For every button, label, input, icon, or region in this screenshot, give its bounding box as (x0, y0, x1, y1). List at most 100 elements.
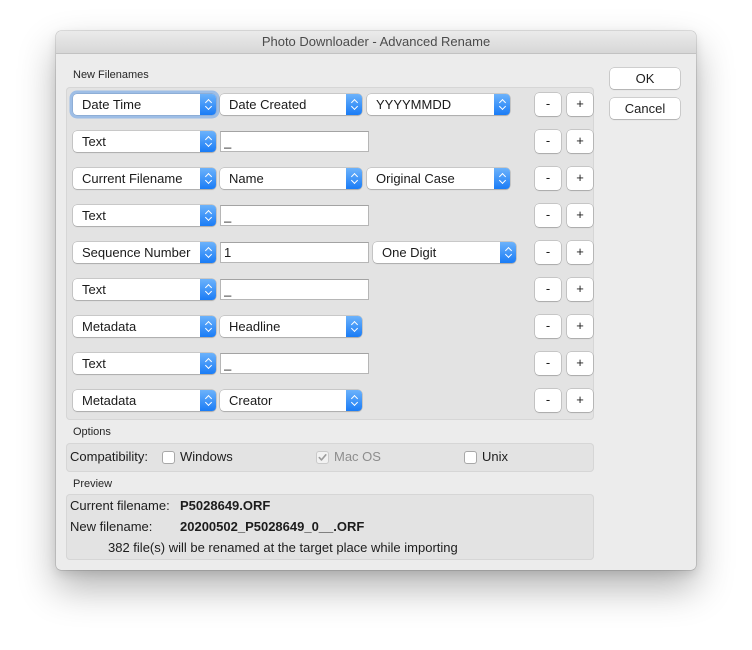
add-row-button[interactable]: + (567, 130, 593, 153)
unix-checkbox[interactable] (464, 451, 477, 464)
filename-row: Metadata Headline - + (66, 315, 594, 338)
sequence-start-field[interactable] (220, 242, 369, 263)
element-type-popup[interactable]: Metadata (73, 390, 216, 411)
element-format-value: Original Case (376, 171, 455, 186)
text-field[interactable] (220, 353, 369, 374)
element-format-popup[interactable]: One Digit (373, 242, 516, 263)
popup-arrows-icon (200, 390, 216, 411)
filename-elements-group: Date Time Date Created YYYYMMDD - + Text… (66, 87, 594, 420)
remove-row-button[interactable]: - (535, 389, 561, 412)
options-group: Compatibility: Windows Mac OS Unix (66, 443, 594, 472)
windows-checkbox-label[interactable]: Windows (180, 449, 233, 465)
popup-arrows-icon (200, 242, 216, 263)
text-field[interactable] (220, 131, 369, 152)
element-type-value: Date Time (82, 97, 142, 112)
popup-arrows-icon (200, 205, 216, 226)
remove-row-button[interactable]: - (535, 93, 561, 116)
remove-row-button[interactable]: - (535, 278, 561, 301)
popup-arrows-icon (346, 390, 362, 411)
element-type-value: Current Filename (82, 171, 183, 186)
element-type-popup[interactable]: Sequence Number (73, 242, 216, 263)
element-option-value: Headline (229, 319, 281, 334)
element-format-value: One Digit (382, 245, 437, 260)
unix-checkbox-label[interactable]: Unix (482, 449, 508, 465)
add-row-button[interactable]: + (567, 241, 593, 264)
cancel-button[interactable]: Cancel (610, 98, 680, 119)
element-option-value: Date Created (229, 97, 307, 112)
popup-arrows-icon (200, 131, 216, 152)
element-type-popup[interactable]: Text (73, 353, 216, 374)
add-row-button[interactable]: + (567, 93, 593, 116)
advanced-rename-dialog: Photo Downloader - Advanced Rename New F… (56, 31, 696, 570)
new-filename-label: New filename: (70, 519, 153, 534)
remove-row-button[interactable]: - (535, 130, 561, 153)
macos-checkbox[interactable] (316, 451, 329, 464)
element-option-value: Name (229, 171, 264, 186)
popup-arrows-icon (200, 316, 216, 337)
filename-row: Text - + (66, 352, 594, 375)
popup-arrows-icon (494, 94, 510, 115)
text-field[interactable] (220, 279, 369, 300)
add-row-button[interactable]: + (567, 352, 593, 375)
new-filename-value: 20200502_P5028649_0__.ORF (180, 519, 365, 534)
popup-arrows-icon (494, 168, 510, 189)
element-type-popup[interactable]: Metadata (73, 316, 216, 337)
add-row-button[interactable]: + (567, 167, 593, 190)
current-filename-label: Current filename: (70, 498, 170, 513)
popup-arrows-icon (200, 353, 216, 374)
filename-row: Current Filename Name Original Case - + (66, 167, 594, 190)
element-type-popup[interactable]: Text (73, 131, 216, 152)
element-format-popup[interactable]: Original Case (367, 168, 510, 189)
window-title: Photo Downloader - Advanced Rename (261, 34, 491, 49)
popup-arrows-icon (500, 242, 516, 263)
element-format-popup[interactable]: YYYYMMDD (367, 94, 510, 115)
checkmark-icon (318, 454, 327, 461)
add-row-button[interactable]: + (567, 278, 593, 301)
current-filename-value: P5028649.ORF (180, 498, 271, 513)
element-type-popup[interactable]: Text (73, 279, 216, 300)
title-bar[interactable]: Photo Downloader - Advanced Rename (56, 31, 696, 54)
filename-row: Text - + (66, 278, 594, 301)
macos-checkbox-label[interactable]: Mac OS (334, 449, 381, 465)
add-row-button[interactable]: + (567, 389, 593, 412)
popup-arrows-icon (346, 94, 362, 115)
preview-group: Current filename: P5028649.ORF New filen… (66, 494, 594, 560)
element-type-value: Metadata (82, 393, 137, 408)
element-option-value: Creator (229, 393, 273, 408)
text-field[interactable] (220, 205, 369, 226)
element-option-popup[interactable]: Headline (220, 316, 362, 337)
remove-row-button[interactable]: - (535, 241, 561, 264)
remove-row-button[interactable]: - (535, 315, 561, 338)
filename-row: Metadata Creator - + (66, 389, 594, 412)
remove-row-button[interactable]: - (535, 204, 561, 227)
options-label: Options (73, 426, 111, 438)
popup-arrows-icon (346, 168, 362, 189)
element-format-value: YYYYMMDD (376, 97, 452, 112)
element-type-value: Sequence Number (82, 245, 191, 260)
add-row-button[interactable]: + (567, 204, 593, 227)
remove-row-button[interactable]: - (535, 167, 561, 190)
element-type-value: Text (82, 208, 106, 223)
popup-arrows-icon (200, 168, 216, 189)
remove-row-button[interactable]: - (535, 352, 561, 375)
filename-row: Date Time Date Created YYYYMMDD - + (66, 93, 594, 116)
element-type-popup[interactable]: Current Filename (73, 168, 216, 189)
element-type-popup[interactable]: Text (73, 205, 216, 226)
element-option-popup[interactable]: Creator (220, 390, 362, 411)
popup-arrows-icon (346, 316, 362, 337)
filename-row: Sequence Number One Digit - + (66, 241, 594, 264)
compatibility-label: Compatibility: (70, 449, 149, 464)
element-type-value: Text (82, 282, 106, 297)
element-option-popup[interactable]: Date Created (220, 94, 362, 115)
new-filenames-label: New Filenames (73, 69, 149, 81)
ok-button[interactable]: OK (610, 68, 680, 89)
add-row-button[interactable]: + (567, 315, 593, 338)
element-option-popup[interactable]: Name (220, 168, 362, 189)
windows-checkbox[interactable] (162, 451, 175, 464)
element-type-value: Text (82, 356, 106, 371)
popup-arrows-icon (200, 94, 216, 115)
element-type-value: Text (82, 134, 106, 149)
popup-arrows-icon (200, 279, 216, 300)
element-type-popup[interactable]: Date Time (73, 94, 216, 115)
element-type-value: Metadata (82, 319, 137, 334)
